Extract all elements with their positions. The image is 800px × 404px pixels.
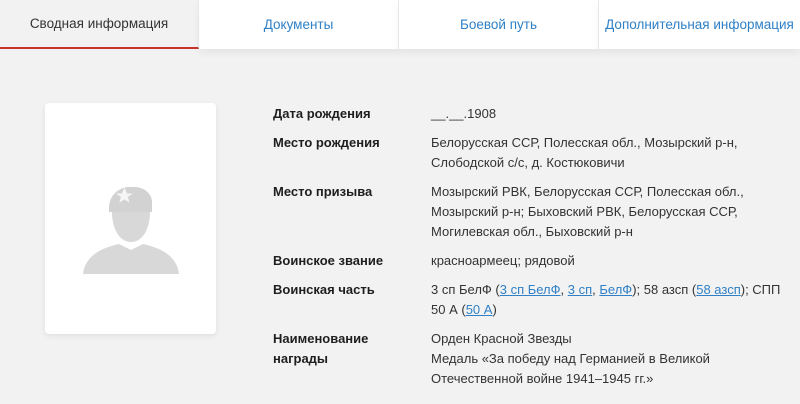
soldier-silhouette-icon bbox=[82, 186, 179, 274]
row-draft-place: Место призыва Мозырский РВК, Белорусская… bbox=[273, 182, 800, 242]
birth-place-label: Место рождения bbox=[273, 135, 380, 150]
draft-place-value: Мозырский РВК, Белорусская ССР, Полесска… bbox=[431, 184, 744, 239]
award-label-line2: награды bbox=[273, 351, 329, 366]
row-rank: Воинское звание красноармеец; рядовой bbox=[273, 251, 800, 271]
unit-link-3-sp-belf[interactable]: 3 сп БелФ bbox=[500, 282, 561, 297]
unit-link-58-azsp[interactable]: 58 азсп bbox=[696, 282, 741, 297]
rank-label: Воинское звание bbox=[273, 253, 384, 268]
unit-value: 3 сп БелФ (3 сп БелФ, 3 сп, БелФ); 58 аз… bbox=[431, 280, 791, 320]
award-value: Орден Красной Звезды Медаль «За победу н… bbox=[431, 329, 791, 389]
unit-text: 3 сп БелФ ( bbox=[431, 282, 500, 297]
tab-combat-path[interactable]: Боевой путь bbox=[399, 0, 599, 49]
unit-link-belf[interactable]: БелФ bbox=[599, 282, 632, 297]
photo-placeholder bbox=[45, 103, 216, 334]
award-order: Орден Красной Звезды bbox=[431, 331, 572, 346]
unit-label: Воинская часть bbox=[273, 282, 375, 297]
rank-value: красноармеец; рядовой bbox=[431, 253, 575, 268]
unit-text: , bbox=[560, 282, 568, 297]
row-birth-date: Дата рождения __.__.1908 bbox=[273, 104, 800, 124]
unit-link-50-a[interactable]: 50 А bbox=[466, 302, 493, 317]
award-label: Наименование награды bbox=[273, 329, 431, 389]
tab-additional-info[interactable]: Дополнительная информация bbox=[599, 0, 800, 49]
row-award: Наименование награды Орден Красной Звезд… bbox=[273, 329, 800, 389]
unit-link-3-sp[interactable]: 3 сп bbox=[568, 282, 592, 297]
tab-bar: Сводная информация Документы Боевой путь… bbox=[0, 0, 800, 49]
draft-place-label: Место призыва bbox=[273, 184, 373, 199]
birth-place-value: Белорусская ССР, Полесская обл., Мозырск… bbox=[431, 135, 738, 170]
award-label-line1: Наименование bbox=[273, 331, 369, 346]
tab-documents[interactable]: Документы bbox=[199, 0, 399, 49]
tab-summary[interactable]: Сводная информация bbox=[0, 0, 199, 49]
unit-text: ); 58 азсп ( bbox=[632, 282, 697, 297]
row-unit: Воинская часть 3 сп БелФ (3 сп БелФ, 3 с… bbox=[273, 280, 800, 320]
soldier-info: Дата рождения __.__.1908 Место рождения … bbox=[273, 104, 800, 398]
unit-text: ) bbox=[492, 302, 497, 317]
birth-date-value: __.__.1908 bbox=[431, 106, 497, 121]
birth-date-label: Дата рождения bbox=[273, 106, 371, 121]
row-birth-place: Место рождения Белорусская ССР, Полесска… bbox=[273, 133, 800, 173]
award-medal: Медаль «За победу над Германией в Велико… bbox=[431, 351, 710, 386]
